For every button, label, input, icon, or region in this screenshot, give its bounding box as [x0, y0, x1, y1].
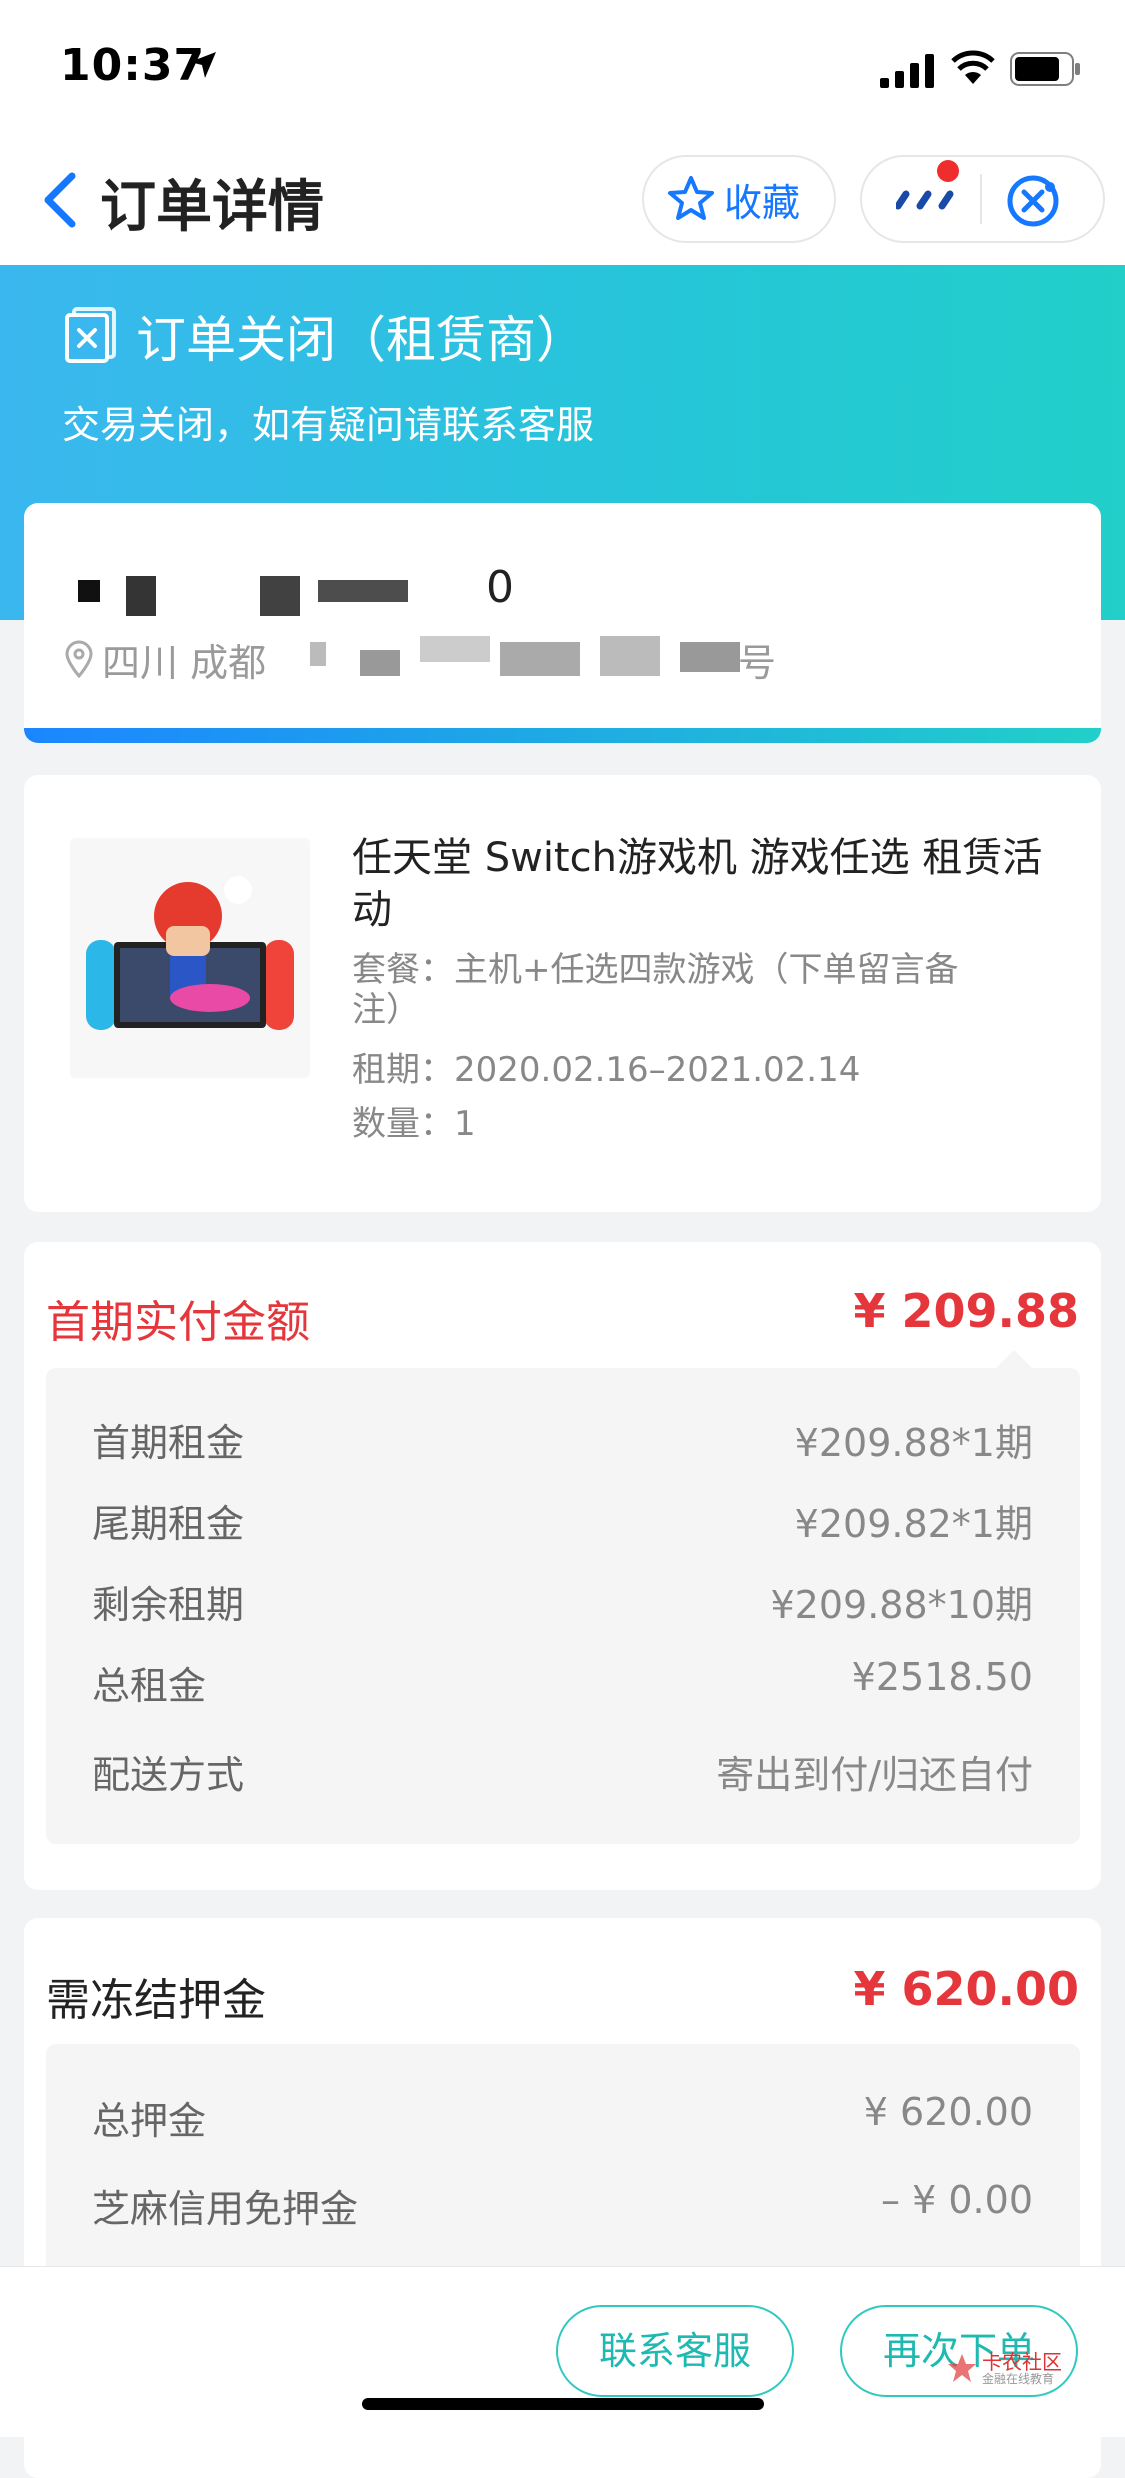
payment-row-label: 尾期租金 [92, 1502, 245, 1546]
deposit-row-value: ¥ 620.00 [863, 2090, 1033, 2134]
deposit-label: 需冻结押金 [46, 1975, 266, 2026]
payment-row-value: ¥209.88*10期 [770, 1583, 1034, 1627]
address-name-suffix: 0 [486, 562, 514, 613]
address-detail-redacted [310, 636, 750, 680]
payment-row-value: 寄出到付/归还自付 [716, 1753, 1033, 1797]
notification-dot [937, 160, 959, 182]
address-tail: 号 [738, 641, 777, 685]
order-closed-icon [65, 307, 116, 363]
banner-title: 订单关闭（租赁商） [136, 311, 586, 369]
product-quantity: 数量：1 [352, 1104, 476, 1144]
payment-row-value: ¥209.88*1期 [794, 1421, 1033, 1465]
address-region: 四川 成都 [102, 641, 267, 685]
address-card [24, 503, 1101, 743]
deposit-row-value: – ¥ 0.00 [881, 2178, 1033, 2222]
status-time: 10:37 [60, 40, 206, 91]
star-icon [668, 176, 714, 220]
detail-notch [996, 1350, 1032, 1368]
home-indicator [362, 2398, 764, 2410]
battery-icon [1010, 52, 1080, 86]
product-title[interactable]: 任天堂 Switch游戏机 游戏任选 租赁活动 [352, 832, 1052, 936]
signal-icon [880, 54, 934, 88]
capsule-divider [980, 174, 982, 224]
product-rental-period: 租期：2020.02.16–2021.02.14 [352, 1050, 861, 1090]
payment-row-label: 首期租金 [92, 1421, 245, 1465]
payment-row-label: 总租金 [92, 1664, 207, 1708]
close-mini-app-icon[interactable] [1005, 173, 1061, 229]
product-image[interactable] [70, 838, 310, 1078]
payment-row-label: 剩余租期 [92, 1583, 245, 1627]
location-pin-icon [65, 640, 93, 678]
first-payment-amount: ¥ 209.88 [853, 1284, 1079, 1338]
page-title: 订单详情 [100, 175, 324, 240]
location-arrow-icon [190, 52, 216, 78]
wifi-icon [951, 50, 995, 84]
deposit-row-label: 芝麻信用免押金 [92, 2187, 359, 2231]
address-gradient-bar [24, 728, 1101, 743]
switch-console-icon [70, 838, 310, 1078]
more-icon[interactable] [896, 190, 960, 210]
payment-row-value: ¥2518.50 [851, 1655, 1033, 1699]
deposit-amount: ¥ 620.00 [853, 1962, 1079, 2016]
address-name-redacted [78, 576, 478, 620]
first-payment-label: 首期实付金额 [46, 1297, 310, 1348]
payment-row-value: ¥209.82*1期 [794, 1502, 1033, 1546]
contact-service-button[interactable]: 联系客服 [556, 2305, 794, 2397]
product-package: 套餐：主机+任选四款游戏（下单留言备注） [352, 950, 959, 1030]
back-chevron-icon[interactable] [40, 170, 84, 230]
payment-row-label: 配送方式 [92, 1753, 245, 1797]
deposit-row-label: 总押金 [92, 2099, 207, 2143]
watermark-subtext: 金融在线教育 [982, 2372, 1055, 2386]
banner-subtitle: 交易关闭，如有疑问请联系客服 [62, 403, 595, 447]
favorite-label: 收藏 [724, 181, 801, 225]
watermark-logo-icon [948, 2354, 976, 2382]
